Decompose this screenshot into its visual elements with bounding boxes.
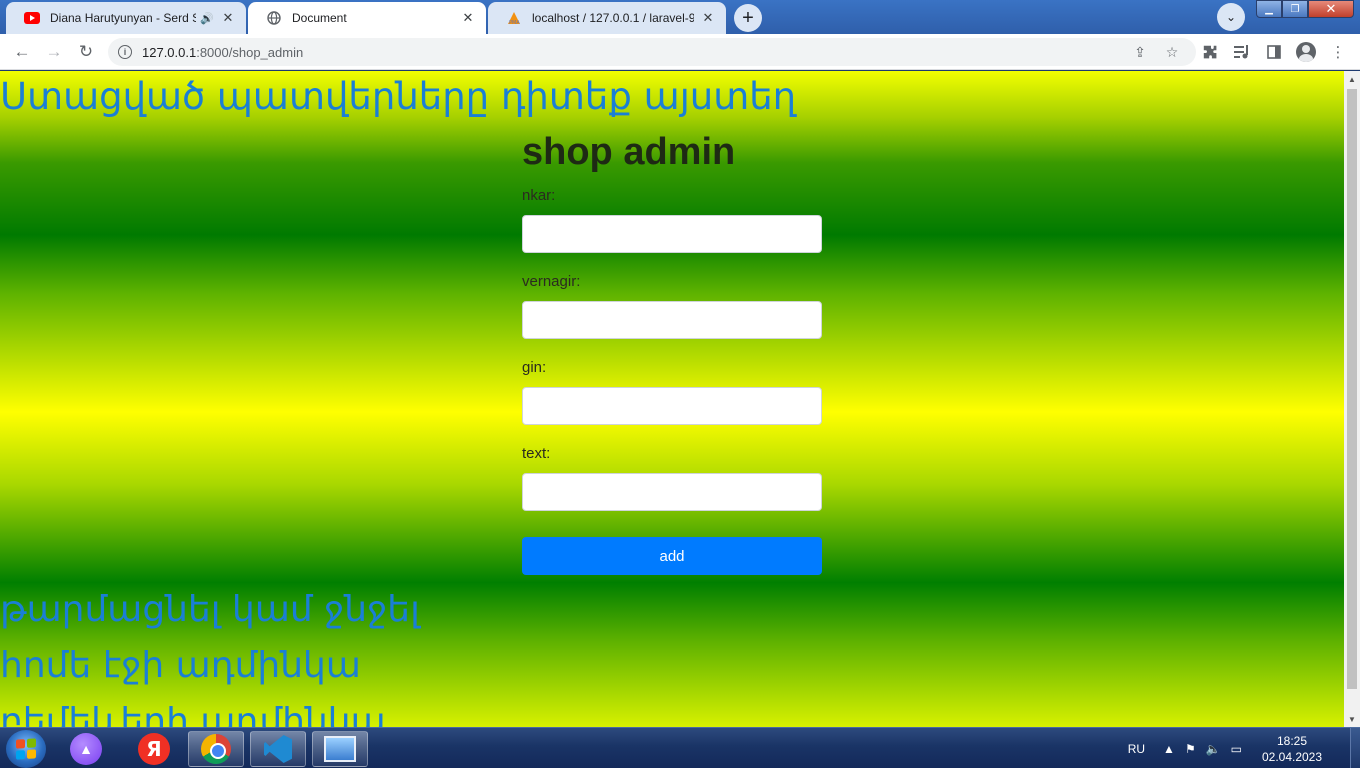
more-vertical-icon: ⋮ (1330, 44, 1346, 61)
window-controls: ▁ ❐ ✕ (1256, 0, 1354, 18)
scroll-thumb[interactable] (1347, 89, 1357, 689)
tray-expand-icon[interactable]: ▲ (1163, 742, 1175, 756)
tab-title: localhost / 127.0.0.1 / laravel-9 / (532, 11, 694, 25)
back-button[interactable]: ← (8, 38, 36, 66)
tab-close-icon[interactable]: ✕ (460, 10, 476, 26)
info-icon[interactable]: i (118, 45, 132, 59)
youtube-icon (24, 10, 40, 26)
tab-title: Diana Harutyunyan - Serd Sa (50, 11, 197, 25)
clock[interactable]: 18:25 02.04.2023 (1252, 733, 1332, 765)
show-desktop-button[interactable] (1350, 728, 1360, 768)
avatar-icon (1296, 42, 1316, 62)
language-indicator[interactable]: RU (1128, 742, 1145, 756)
close-window-button[interactable]: ✕ (1308, 0, 1354, 18)
phpmyadmin-icon: PMA (506, 10, 522, 26)
windows-logo-icon (16, 738, 36, 760)
arrow-right-icon: → (45, 42, 63, 61)
taskbar-alice[interactable]: ▲ (58, 731, 114, 767)
gin-input[interactable] (522, 387, 822, 425)
page-title: shop admin (522, 131, 736, 173)
extensions-icon[interactable] (1198, 40, 1222, 64)
side-panel-icon[interactable] (1262, 40, 1286, 64)
taskbar-chrome[interactable] (188, 731, 244, 767)
minimize-button[interactable]: ▁ (1256, 0, 1282, 18)
scroll-up-icon[interactable]: ▲ (1344, 71, 1360, 87)
vernagir-input[interactable] (522, 301, 822, 339)
address-bar[interactable]: i 127.0.0.1:8000/shop_admin ⇪ ☆ (108, 38, 1196, 66)
tab-document[interactable]: Document ✕ (248, 2, 486, 34)
clock-date: 02.04.2023 (1261, 749, 1323, 764)
svg-text:PMA: PMA (509, 20, 520, 25)
orders-link[interactable]: Ստացված պատվերները դիտեք այստեղ (0, 75, 796, 118)
profile-avatar[interactable] (1294, 40, 1318, 64)
tab-phpmyadmin[interactable]: PMA localhost / 127.0.0.1 / laravel-9 / … (488, 2, 726, 34)
taskbar: ▲ Я RU ▲ ⚑ 🔈 ▭ 18:25 02.04.2023 (0, 727, 1360, 768)
tab-close-icon[interactable]: ✕ (700, 10, 716, 26)
flag-icon[interactable]: ⚑ (1185, 742, 1196, 756)
yandex-icon: Я (138, 733, 170, 765)
nkar-label: nkar: (522, 187, 556, 204)
vscode-icon (264, 735, 292, 763)
forward-button[interactable]: → (40, 38, 68, 66)
page-scrollbar[interactable]: ▲ ▼ (1344, 71, 1360, 727)
taskbar-vscode[interactable] (250, 731, 306, 767)
photo-viewer-icon (324, 736, 356, 762)
network-icon[interactable]: ▭ (1231, 742, 1242, 756)
globe-icon (266, 10, 282, 26)
add-button[interactable]: add (522, 537, 822, 575)
start-button[interactable] (6, 730, 46, 768)
page-content: Ստացված պատվերները դիտեք այստեղ shop adm… (0, 71, 1344, 727)
speaker-icon[interactable]: 🔊 (200, 12, 214, 25)
share-icon[interactable]: ⇪ (1130, 42, 1150, 62)
text-label: text: (522, 445, 551, 462)
tab-youtube[interactable]: Diana Harutyunyan - Serd Sa 🔊 ✕ (6, 2, 246, 34)
tab-title: Document (292, 11, 347, 25)
footer-admin-link[interactable]: բեմեևերի ադմինկա (0, 701, 386, 727)
reload-button[interactable]: ↻ (72, 38, 100, 66)
url-path: :8000/shop_admin (196, 44, 304, 60)
tab-close-icon[interactable]: ✕ (220, 10, 236, 26)
clock-time: 18:25 (1276, 733, 1308, 748)
taskbar-yandex[interactable]: Я (126, 731, 182, 767)
chevron-down-icon: ⌄ (1225, 10, 1237, 24)
vernagir-label: vernagir: (522, 273, 581, 290)
update-delete-link[interactable]: թարմացնել կամ ջնջել (0, 589, 420, 630)
nkar-input[interactable] (522, 215, 822, 253)
star-icon[interactable]: ☆ (1162, 42, 1182, 62)
text-input[interactable] (522, 473, 822, 511)
taskbar-photos[interactable] (312, 731, 368, 767)
tab-strip: Diana Harutyunyan - Serd Sa 🔊 ✕ Document… (0, 0, 1360, 34)
scroll-down-icon[interactable]: ▼ (1344, 711, 1360, 727)
arrow-left-icon: ← (13, 42, 31, 61)
new-tab-button[interactable]: + (734, 4, 762, 32)
tab-search-button[interactable]: ⌄ (1217, 3, 1245, 31)
maximize-button[interactable]: ❐ (1282, 0, 1308, 18)
system-tray: RU ▲ ⚑ 🔈 ▭ 18:25 02.04.2023 (1128, 728, 1360, 768)
url-host: 127.0.0.1 (142, 44, 197, 60)
chrome-icon (201, 734, 231, 764)
media-control-icon[interactable] (1230, 40, 1254, 64)
gin-label: gin: (522, 359, 547, 376)
browser-toolbar: ← → ↻ i 127.0.0.1:8000/shop_admin ⇪ ☆ ⋮ (0, 34, 1360, 70)
reload-icon: ↻ (78, 42, 94, 61)
alice-icon: ▲ (70, 733, 102, 765)
menu-button[interactable]: ⋮ (1326, 40, 1350, 64)
volume-icon[interactable]: 🔈 (1206, 742, 1221, 756)
home-admin-link[interactable]: հոմե էջի ադմինկա (0, 645, 361, 686)
